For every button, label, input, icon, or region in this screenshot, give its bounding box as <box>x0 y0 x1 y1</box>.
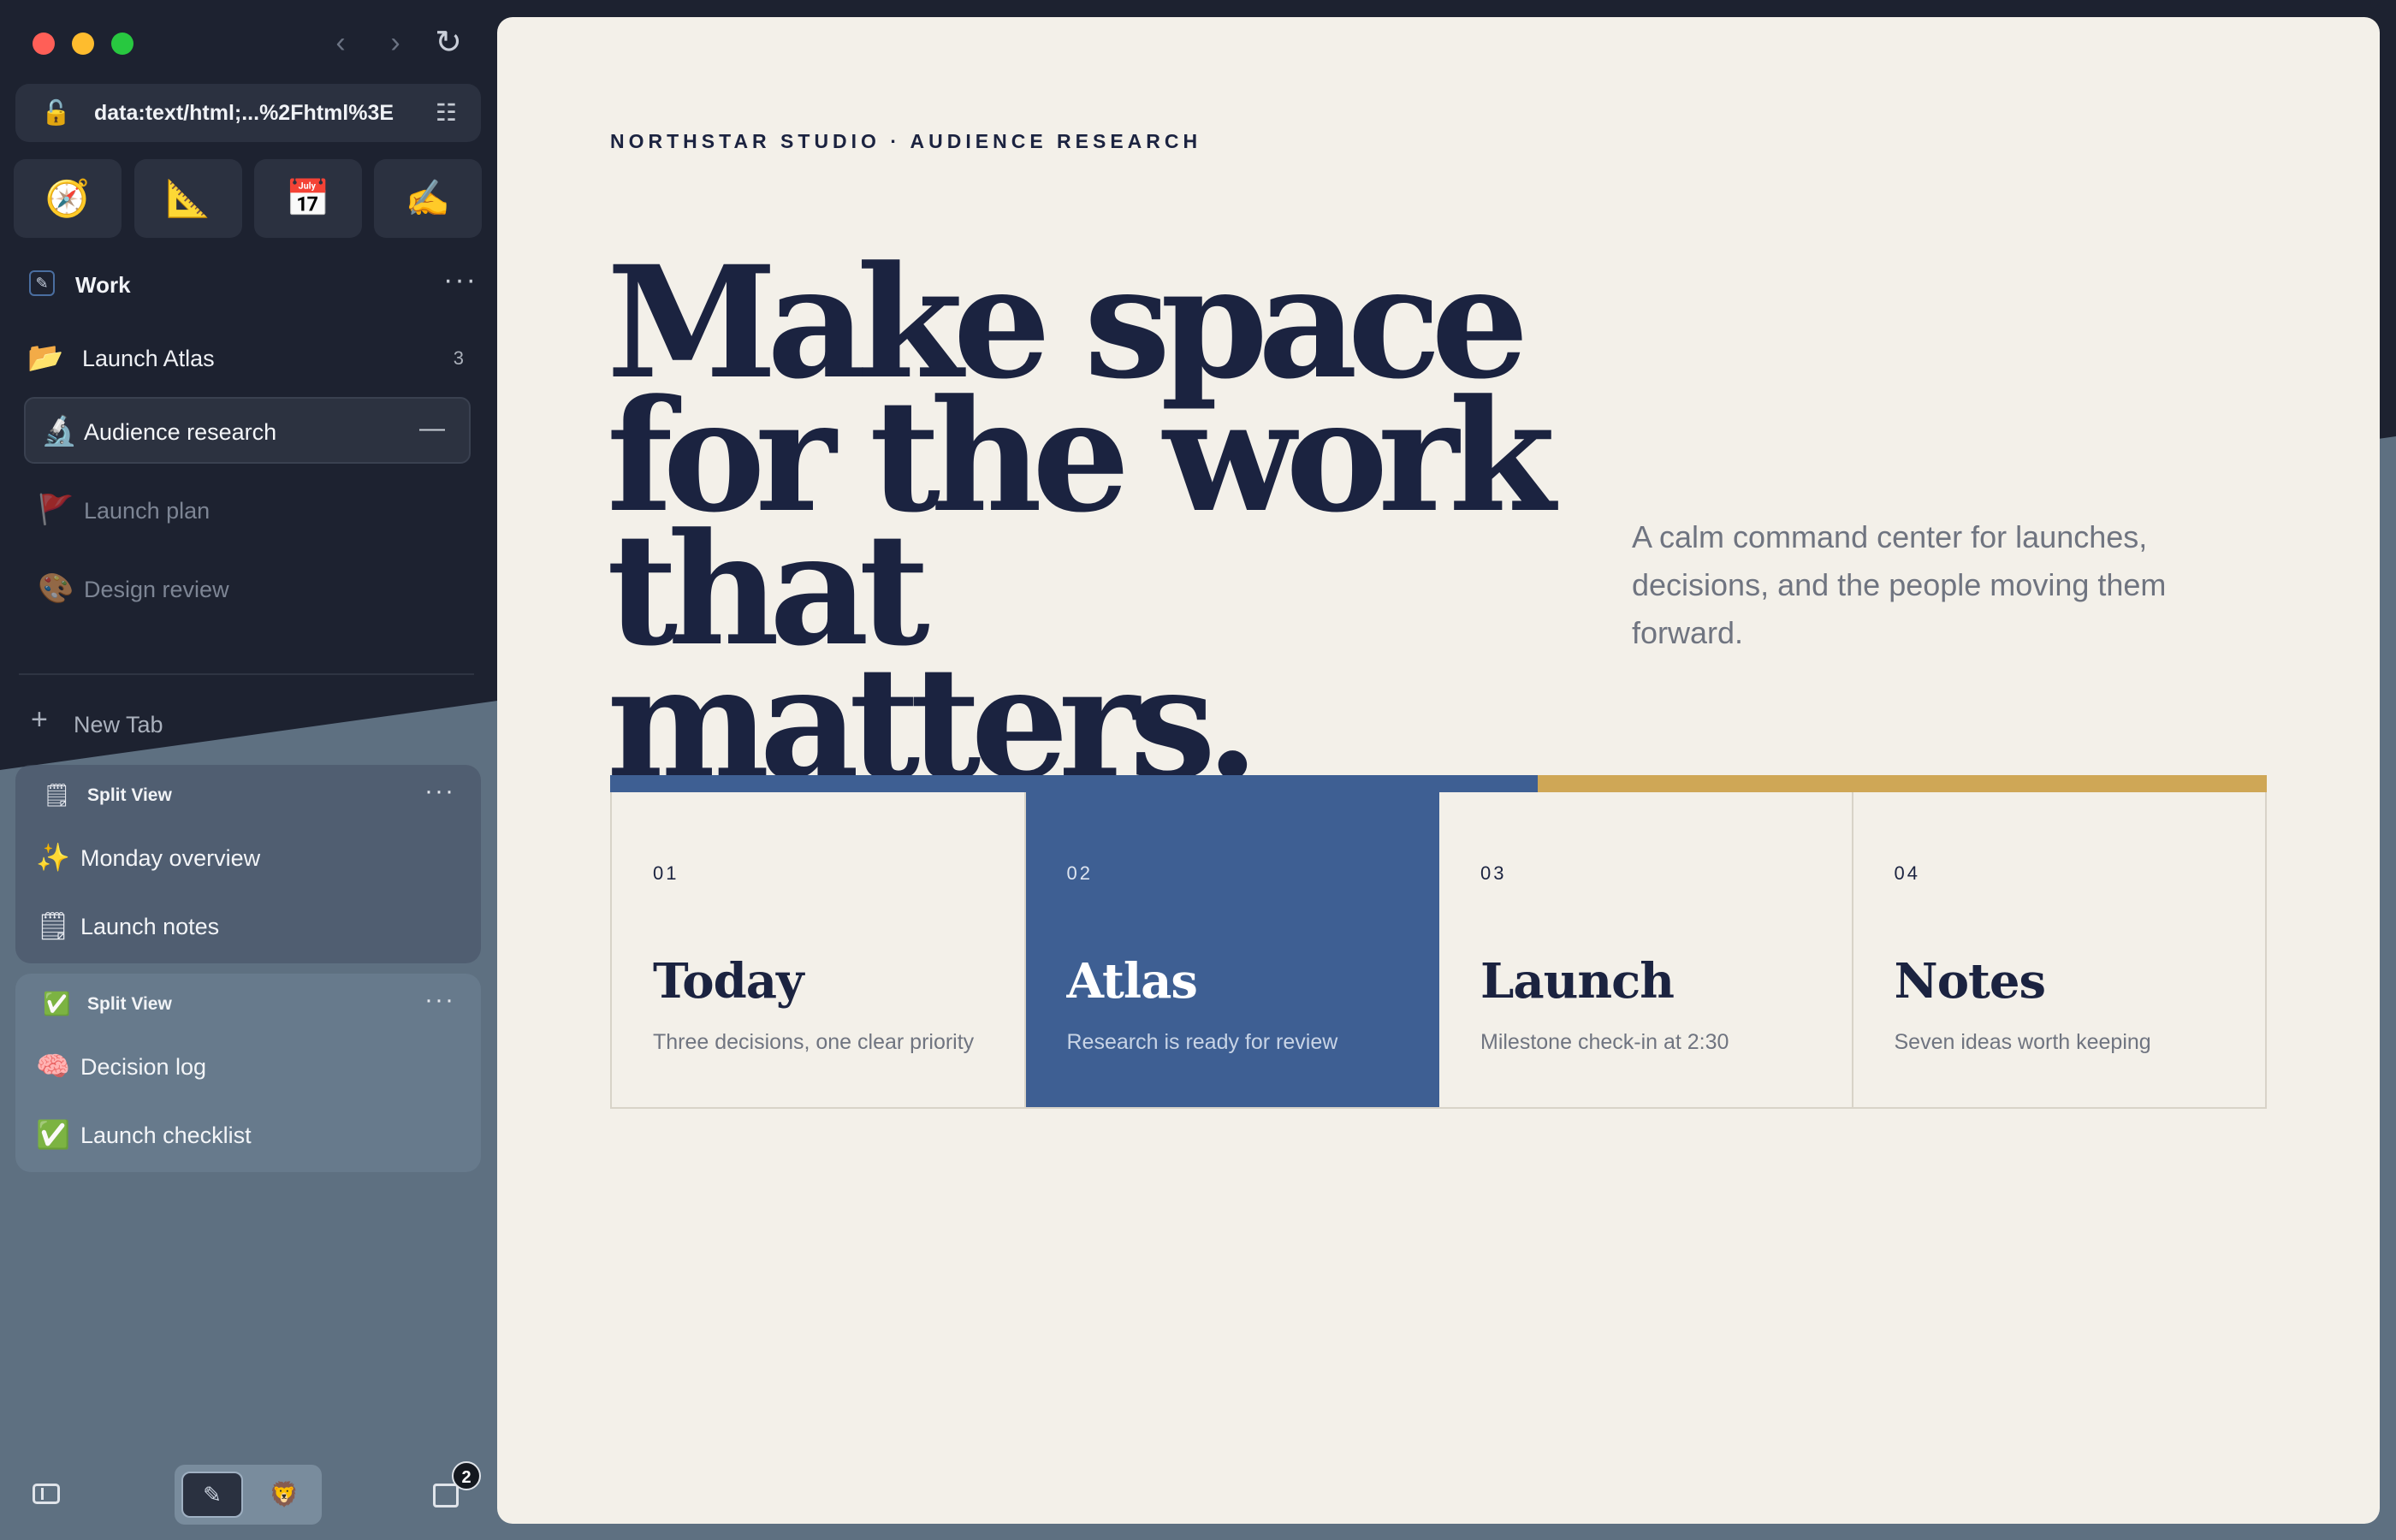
web-page: NORTHSTAR STUDIO · AUDIENCE RESEARCH Mak… <box>497 17 2380 1524</box>
split-more-icon[interactable]: ··· <box>424 777 455 806</box>
page-headline: Make space for the work that matters. <box>607 233 1556 814</box>
card-number: 02 <box>1066 862 1093 884</box>
card-title: Notes <box>1894 953 2047 1010</box>
writing-hand-icon: ✍ <box>405 178 451 218</box>
card-title: Atlas <box>1066 953 1198 1010</box>
accent-bar-gold <box>1538 775 2267 792</box>
reload-icon[interactable]: ↻ <box>430 24 467 62</box>
new-tab-button[interactable]: New Tab <box>74 712 163 738</box>
space-more-icon[interactable]: ··· <box>443 264 477 297</box>
card-title: Launch <box>1480 953 1675 1010</box>
pinned-tab-calendar[interactable]: 📅 <box>254 159 362 238</box>
site-settings-icon[interactable]: ☷ <box>436 98 457 128</box>
card-description: Seven ideas worth keeping <box>1894 1030 2151 1054</box>
folder-label: Launch Atlas <box>82 346 215 371</box>
folder-icon: 📂 <box>27 341 64 374</box>
page-eyebrow: NORTHSTAR STUDIO · AUDIENCE RESEARCH <box>610 130 1202 152</box>
sidebar: ‹ › ↻ 🔓 data:text/html;...%2Fhtml%3E ☷ 🧭… <box>0 0 496 1540</box>
card-notes[interactable]: 04 Notes Seven ideas worth keeping <box>1853 792 2266 1107</box>
card-title: Today <box>653 953 804 1010</box>
lion-space-icon[interactable]: 🦁 <box>253 1472 315 1518</box>
space-name: Work <box>75 272 131 298</box>
accent-bar-blue <box>610 775 1538 792</box>
split-more-icon[interactable]: ··· <box>424 986 455 1015</box>
split-view-group[interactable]: 🗒 Split View ··· ✨ Monday overview 🗒 Lau… <box>15 765 481 963</box>
tab-launch-plan[interactable]: 🚩 Launch plan <box>24 484 469 536</box>
close-window-button[interactable] <box>33 33 55 55</box>
split-tab-decision-log[interactable]: 🧠 Decision log <box>36 1042 464 1090</box>
folder-launch-atlas[interactable]: 📂 Launch Atlas 3 <box>24 332 469 383</box>
card-number: 01 <box>653 862 679 884</box>
split-tab-monday-overview[interactable]: ✨ Monday overview <box>36 833 464 881</box>
flag-icon: 🚩 <box>38 494 74 526</box>
page-subcopy: A calm command center for launches, deci… <box>1632 519 2167 650</box>
tab-label: Audience research <box>84 419 277 445</box>
split-tab-label: Launch checklist <box>80 1122 252 1148</box>
split-tab-label: Launch notes <box>80 914 220 939</box>
archive-icon[interactable] <box>433 1484 459 1507</box>
card-grid: 01 Today Three decisions, one clear prio… <box>610 792 2267 1109</box>
notepad-icon: 🗒 <box>43 782 72 808</box>
address-bar[interactable]: 🔓 data:text/html;...%2Fhtml%3E ☷ <box>15 84 481 142</box>
notepad-icon: 🗒 <box>36 910 71 941</box>
microscope-icon: 🔬 <box>41 415 78 447</box>
tab-audience-research[interactable]: 🔬 Audience research — <box>24 397 471 464</box>
split-tab-launch-notes[interactable]: 🗒 Launch notes <box>36 902 464 950</box>
card-number: 03 <box>1480 862 1507 884</box>
pinned-tab-ruler[interactable]: 📐 <box>134 159 242 238</box>
check-mark-icon: ✅ <box>36 1119 70 1150</box>
card-number: 04 <box>1894 862 1920 884</box>
tab-label: Launch plan <box>84 498 211 524</box>
brain-icon: 🧠 <box>36 1051 70 1081</box>
card-description: Milestone check-in at 2:30 <box>1480 1030 1729 1054</box>
space-header[interactable]: ✎ Work ··· <box>24 264 477 301</box>
sparkles-icon: ✨ <box>36 842 70 873</box>
pinned-tab-writing[interactable]: ✍ <box>374 159 482 238</box>
calendar-icon: 📅 <box>285 178 331 218</box>
close-tab-icon[interactable]: — <box>419 414 445 443</box>
split-view-label: Split View <box>87 785 172 805</box>
tab-design-review[interactable]: 🎨 Design review <box>24 563 469 614</box>
plus-icon[interactable]: + <box>31 703 48 737</box>
palette-icon: 🎨 <box>38 572 74 605</box>
sidebar-divider <box>19 673 474 675</box>
unlocked-icon[interactable]: 🔓 <box>41 98 71 128</box>
split-tab-label: Decision log <box>80 1054 207 1080</box>
work-space-icon[interactable]: ✎ <box>181 1472 243 1518</box>
address-text[interactable]: data:text/html;...%2Fhtml%3E <box>94 101 394 126</box>
split-tab-launch-checklist[interactable]: ✅ Launch checklist <box>36 1111 464 1158</box>
space-switcher[interactable]: ✎ 🦁 <box>175 1465 322 1525</box>
card-description: Three decisions, one clear priority <box>653 1030 975 1054</box>
toggle-sidebar-icon[interactable] <box>33 1484 60 1504</box>
forward-arrow-icon[interactable]: › <box>377 24 414 62</box>
split-view-label: Split View <box>87 994 172 1014</box>
compass-icon: 🧭 <box>44 178 91 218</box>
space-feather-icon: ✎ <box>29 270 55 296</box>
check-mark-icon: ✅ <box>43 991 71 1016</box>
archive-count-badge: 2 <box>452 1461 481 1490</box>
pinned-tab-compass[interactable]: 🧭 <box>14 159 122 238</box>
card-today[interactable]: 01 Today Three decisions, one clear prio… <box>612 792 1026 1107</box>
back-arrow-icon[interactable]: ‹ <box>322 24 359 62</box>
tab-label: Design review <box>84 577 229 602</box>
card-atlas[interactable]: 02 Atlas Research is ready for review <box>1025 792 1439 1107</box>
card-description: Research is ready for review <box>1066 1030 1338 1054</box>
triangle-ruler-icon: 📐 <box>165 178 211 218</box>
card-launch[interactable]: 03 Launch Milestone check-in at 2:30 <box>1439 792 1853 1107</box>
zoom-window-button[interactable] <box>111 33 133 55</box>
split-tab-label: Monday overview <box>80 845 261 871</box>
minimize-window-button[interactable] <box>72 33 94 55</box>
split-view-group[interactable]: ✅ Split View ··· 🧠 Decision log ✅ Launch… <box>15 974 481 1172</box>
folder-count: 3 <box>453 347 464 369</box>
